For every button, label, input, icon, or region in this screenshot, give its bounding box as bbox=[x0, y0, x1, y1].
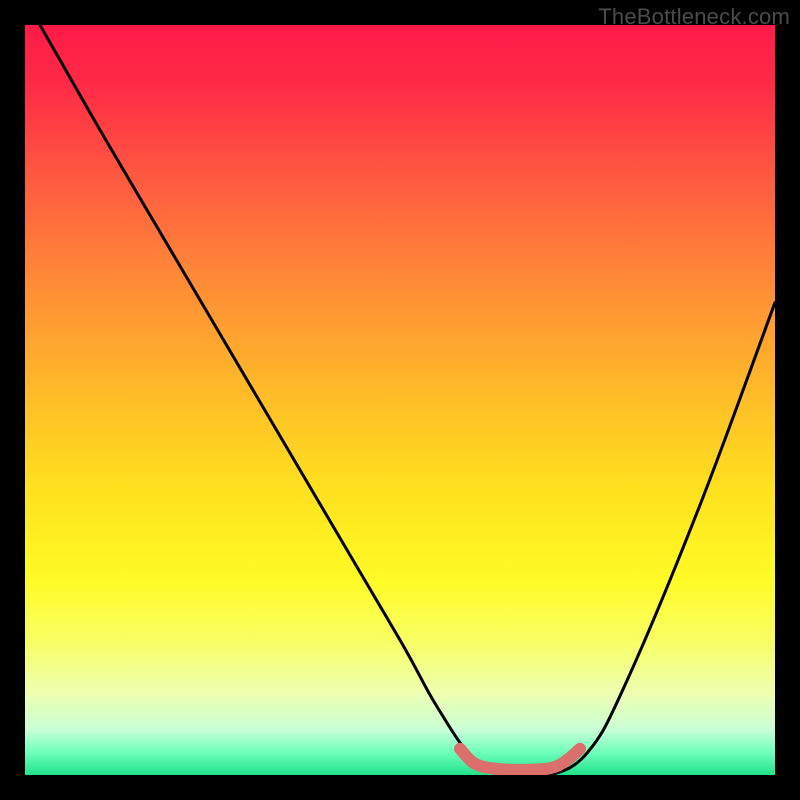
chart-frame: TheBottleneck.com bbox=[0, 0, 800, 800]
optimal-band bbox=[460, 749, 580, 770]
bottleneck-curve bbox=[40, 25, 775, 775]
plot-area bbox=[25, 25, 775, 775]
curve-layer bbox=[25, 25, 775, 775]
watermark-text: TheBottleneck.com bbox=[598, 4, 790, 30]
